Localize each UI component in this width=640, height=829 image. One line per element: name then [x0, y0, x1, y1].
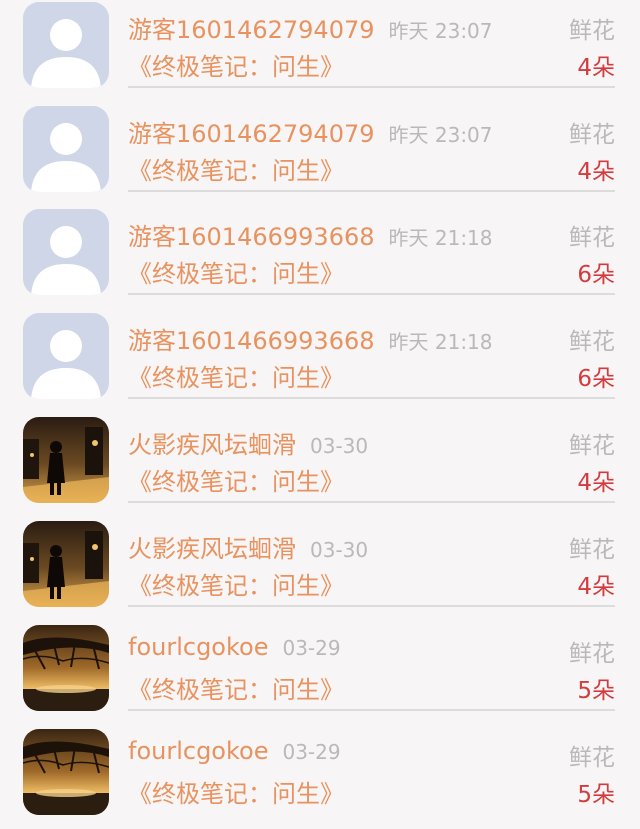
- default-user-avatar[interactable]: [23, 106, 109, 192]
- book-title[interactable]: 《终极笔记：问生》: [128, 151, 344, 186]
- entry-header: 火影疾风坛蛔滑 03-30: [128, 425, 368, 460]
- divider: [128, 709, 615, 711]
- user-name[interactable]: 游客1601462794079: [128, 120, 375, 148]
- gift-count: 6朵: [577, 366, 615, 392]
- divider: [128, 397, 615, 399]
- list-item[interactable]: 游客1601466993668 昨天 21:18 鲜花 《终极笔记：问生》 6朵: [0, 311, 640, 415]
- book-title[interactable]: 《终极笔记：问生》: [128, 358, 344, 393]
- gift-type-label: 鲜花: [569, 18, 615, 44]
- book-title[interactable]: 《终极笔记：问生》: [128, 47, 344, 82]
- street-photo-avatar[interactable]: [23, 417, 109, 503]
- timestamp: 03-30: [310, 434, 369, 458]
- tree-sunset-avatar[interactable]: [23, 625, 109, 711]
- gift-count: 4朵: [577, 574, 615, 600]
- gift-type-label: 鲜花: [569, 329, 615, 355]
- divider: [128, 293, 615, 295]
- list-item[interactable]: 游客1601462794079 昨天 23:07 鲜花 《终极笔记：问生》 4朵: [0, 0, 640, 104]
- gift-count: 4朵: [577, 470, 615, 496]
- list-item[interactable]: fourlcgokoe 03-29 鲜花 《终极笔记：问生》 5朵: [0, 727, 640, 829]
- list-item[interactable]: 游客1601466993668 昨天 21:18 鲜花 《终极笔记：问生》 6朵: [0, 207, 640, 311]
- gift-count: 4朵: [577, 55, 615, 81]
- list-item[interactable]: 游客1601462794079 昨天 23:07 鲜花 《终极笔记：问生》 4朵: [0, 104, 640, 208]
- divider: [128, 190, 615, 192]
- gift-type-label: 鲜花: [569, 641, 615, 667]
- divider: [128, 86, 615, 88]
- list-item[interactable]: 火影疾风坛蛔滑 03-30 鲜花 《终极笔记：问生》 4朵: [0, 415, 640, 519]
- user-name[interactable]: 火影疾风坛蛔滑: [128, 535, 296, 563]
- default-user-avatar[interactable]: [23, 313, 109, 399]
- gift-count: 5朵: [577, 678, 615, 704]
- entry-header: fourlcgokoe 03-29: [128, 737, 341, 765]
- gift-type-label: 鲜花: [569, 433, 615, 459]
- tree-sunset-avatar[interactable]: [23, 729, 109, 815]
- book-title[interactable]: 《终极笔记：问生》: [128, 254, 344, 289]
- default-user-avatar[interactable]: [23, 2, 109, 88]
- book-title[interactable]: 《终极笔记：问生》: [128, 774, 344, 809]
- default-user-avatar[interactable]: [23, 209, 109, 295]
- entry-header: 火影疾风坛蛔滑 03-30: [128, 529, 368, 564]
- timestamp: 03-30: [310, 538, 369, 562]
- book-title[interactable]: 《终极笔记：问生》: [128, 670, 344, 705]
- timestamp: 昨天 23:07: [388, 19, 493, 43]
- timestamp: 昨天 21:18: [388, 226, 493, 250]
- book-title[interactable]: 《终极笔记：问生》: [128, 566, 344, 601]
- gift-type-label: 鲜花: [569, 225, 615, 251]
- street-photo-avatar[interactable]: [23, 521, 109, 607]
- user-name[interactable]: 游客1601466993668: [128, 223, 375, 251]
- timestamp: 03-29: [282, 740, 341, 764]
- entry-header: 游客1601466993668 昨天 21:18: [128, 321, 493, 356]
- entry-header: 游客1601462794079 昨天 23:07: [128, 114, 493, 149]
- gift-type-label: 鲜花: [569, 745, 615, 771]
- gift-count: 5朵: [577, 782, 615, 808]
- gift-count: 4朵: [577, 159, 615, 185]
- gift-type-label: 鲜花: [569, 122, 615, 148]
- list-item[interactable]: 火影疾风坛蛔滑 03-30 鲜花 《终极笔记：问生》 4朵: [0, 519, 640, 623]
- timestamp: 昨天 21:18: [388, 330, 493, 354]
- divider: [128, 501, 615, 503]
- gift-record-list: 游客1601462794079 昨天 23:07 鲜花 《终极笔记：问生》 4朵 …: [0, 0, 640, 829]
- entry-header: 游客1601466993668 昨天 21:18: [128, 217, 493, 252]
- user-name[interactable]: fourlcgokoe: [128, 633, 268, 661]
- user-name[interactable]: 火影疾风坛蛔滑: [128, 431, 296, 459]
- user-name[interactable]: 游客1601462794079: [128, 16, 375, 44]
- list-item[interactable]: fourlcgokoe 03-29 鲜花 《终极笔记：问生》 5朵: [0, 623, 640, 727]
- entry-header: 游客1601462794079 昨天 23:07: [128, 10, 493, 45]
- entry-header: fourlcgokoe 03-29: [128, 633, 341, 661]
- user-name[interactable]: fourlcgokoe: [128, 737, 268, 765]
- timestamp: 昨天 23:07: [388, 123, 493, 147]
- gift-count: 6朵: [577, 262, 615, 288]
- timestamp: 03-29: [282, 636, 341, 660]
- user-name[interactable]: 游客1601466993668: [128, 327, 375, 355]
- divider: [128, 605, 615, 607]
- book-title[interactable]: 《终极笔记：问生》: [128, 462, 344, 497]
- gift-type-label: 鲜花: [569, 537, 615, 563]
